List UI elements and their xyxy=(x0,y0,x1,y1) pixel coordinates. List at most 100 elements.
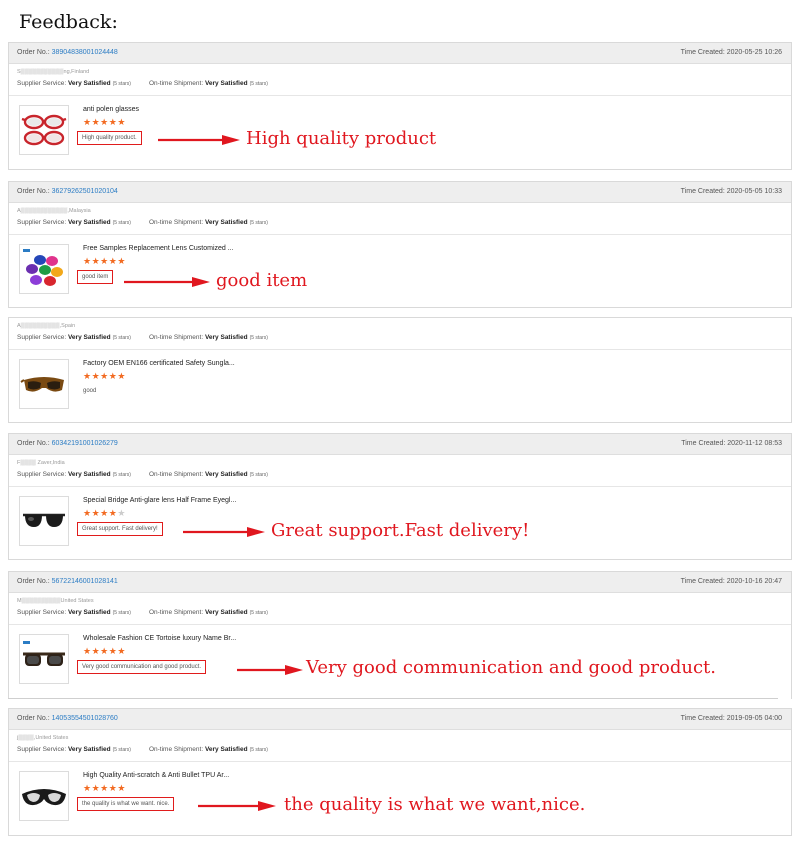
star-filled-icon: ★ xyxy=(100,646,109,656)
card-header: Order No.: 56722146001028141 Time Create… xyxy=(9,572,791,593)
safety-sunglasses-icon[interactable] xyxy=(19,359,69,409)
star-filled-icon: ★ xyxy=(83,117,92,127)
star-empty-icon: ★ xyxy=(117,508,126,518)
buyer-name: A▒▒▒▒▒▒▒▒▒▒,Spain xyxy=(17,323,76,329)
red-frame-glasses-icon[interactable] xyxy=(19,105,69,155)
annotation-text: Very good communication and good product… xyxy=(306,657,717,678)
order-number-link[interactable]: 38904838001024448 xyxy=(52,49,118,56)
star-filled-icon: ★ xyxy=(117,256,126,266)
annotation-arrow xyxy=(183,527,265,537)
star-filled-icon: ★ xyxy=(100,508,109,518)
buyer-name: j▒▒▒▒,United States xyxy=(17,735,69,741)
star-rating: ★★★★★ xyxy=(83,371,126,382)
review-comment: good xyxy=(83,388,97,394)
buyer-ratings-row: A▒▒▒▒▒▒▒▒▒▒▒▒,Malaysia Supplier Service:… xyxy=(9,203,791,235)
star-rating: ★★★★★ xyxy=(83,508,126,519)
star-filled-icon: ★ xyxy=(100,117,109,127)
review-comment: Very good communication and good product… xyxy=(77,660,207,674)
product-name-link[interactable]: Wholesale Fashion CE Tortoise luxury Nam… xyxy=(83,635,236,642)
service-ratings: Supplier Service: Very Satisfied (5 stars… xyxy=(17,80,268,87)
service-ratings: Supplier Service: Very Satisfied (5 stars… xyxy=(17,746,268,753)
review-card: Order No.: 38904838001024448 Time Create… xyxy=(8,42,792,170)
buyer-ratings-row: M▒▒▒▒▒▒▒▒▒▒United States Supplier Servic… xyxy=(9,593,791,625)
half-frame-sunglasses-icon[interactable] xyxy=(19,496,69,546)
star-filled-icon: ★ xyxy=(83,783,92,793)
service-ratings: Supplier Service: Very Satisfied (5 stars… xyxy=(17,609,268,616)
buyer-name: M▒▒▒▒▒▒▒▒▒▒United States xyxy=(17,598,94,604)
order-number: Order No.: 38904838001024448 xyxy=(17,49,118,56)
product-name-link[interactable]: High Quality Anti-scratch & Anti Bullet … xyxy=(83,772,229,779)
product-name-link[interactable]: anti polen glasses xyxy=(83,106,139,113)
order-number-link[interactable]: 56722146001028141 xyxy=(52,578,118,585)
star-rating: ★★★★★ xyxy=(83,117,126,128)
review-card: A▒▒▒▒▒▒▒▒▒▒,Spain Supplier Service: Very… xyxy=(8,317,792,423)
star-filled-icon: ★ xyxy=(83,646,92,656)
colored-lenses-icon[interactable] xyxy=(19,244,69,294)
star-rating: ★★★★★ xyxy=(83,646,126,657)
tortoise-sunglasses-icon[interactable] xyxy=(19,634,69,684)
review-comment: good item xyxy=(77,270,114,284)
service-ratings: Supplier Service: Very Satisfied (5 stars… xyxy=(17,219,268,226)
product-name-link[interactable]: Special Bridge Anti-glare lens Half Fram… xyxy=(83,497,236,504)
time-created: Time Created: 2020-11-12 08:53 xyxy=(681,440,782,447)
page-title: Feedback: xyxy=(19,11,118,33)
order-number: Order No.: 60342191001026279 xyxy=(17,440,118,447)
star-filled-icon: ★ xyxy=(91,646,101,656)
annotation-arrow xyxy=(237,665,303,675)
time-created: Time Created: 2019-09-05 04:00 xyxy=(680,715,782,722)
order-number: Order No.: 14053554501028760 xyxy=(17,715,118,722)
order-number: Order No.: 56722146001028141 xyxy=(17,578,118,585)
annotation-text: good item xyxy=(216,270,308,291)
review-comment: the quality is what we want. nice. xyxy=(77,797,175,811)
sport-goggles-icon[interactable] xyxy=(19,771,69,821)
product-name-link[interactable]: Factory OEM EN166 certificated Safety Su… xyxy=(83,360,235,367)
star-filled-icon: ★ xyxy=(91,783,101,793)
star-filled-icon: ★ xyxy=(91,371,101,381)
review-card: Order No.: 14053554501028760 Time Create… xyxy=(8,708,792,836)
annotation-arrow xyxy=(124,277,210,287)
product-row: Factory OEM EN166 certificated Safety Su… xyxy=(9,350,791,412)
review-card: Order No.: 36279262501020104 Time Create… xyxy=(8,181,792,308)
buyer-name: A▒▒▒▒▒▒▒▒▒▒▒▒,Malaysia xyxy=(17,208,91,214)
star-filled-icon: ★ xyxy=(117,783,126,793)
annotation-arrow xyxy=(158,135,240,145)
star-filled-icon: ★ xyxy=(91,508,101,518)
order-number-link[interactable]: 60342191001026279 xyxy=(52,440,118,447)
buyer-ratings-row: S▒▒▒▒▒▒▒▒▒▒▒ng,Finland Supplier Service:… xyxy=(9,64,791,96)
review-card: Order No.: 56722146001028141 Time Create… xyxy=(8,571,792,699)
review-comment: Great support. Fast delivery! xyxy=(77,522,163,536)
service-ratings: Supplier Service: Very Satisfied (5 stars… xyxy=(17,334,268,341)
star-filled-icon: ★ xyxy=(100,783,109,793)
card-header: Order No.: 14053554501028760 Time Create… xyxy=(9,709,791,730)
order-number: Order No.: 36279262501020104 xyxy=(17,188,118,195)
annotation-text: the quality is what we want,nice. xyxy=(284,794,586,815)
order-number-link[interactable]: 36279262501020104 xyxy=(52,188,118,195)
buyer-ratings-row: A▒▒▒▒▒▒▒▒▒▒,Spain Supplier Service: Very… xyxy=(9,318,791,350)
star-filled-icon: ★ xyxy=(100,256,109,266)
buyer-name: F▒▒▒▒ Zaver,India xyxy=(17,460,65,466)
star-filled-icon: ★ xyxy=(83,256,92,266)
annotation-text: High quality product xyxy=(246,128,437,149)
time-created: Time Created: 2020-10-16 20:47 xyxy=(680,578,782,585)
service-ratings: Supplier Service: Very Satisfied (5 stars… xyxy=(17,471,268,478)
product-name-link[interactable]: Free Samples Replacement Lens Customized… xyxy=(83,245,234,252)
card-header: Order No.: 38904838001024448 Time Create… xyxy=(9,43,791,64)
buyer-name: S▒▒▒▒▒▒▒▒▒▒▒ng,Finland xyxy=(17,69,90,75)
star-filled-icon: ★ xyxy=(83,371,92,381)
divider xyxy=(8,698,778,699)
order-number-link[interactable]: 14053554501028760 xyxy=(52,715,118,722)
buyer-ratings-row: j▒▒▒▒,United States Supplier Service: Ve… xyxy=(9,730,791,762)
annotation-text: Great support.Fast delivery! xyxy=(271,520,530,541)
buyer-ratings-row: F▒▒▒▒ Zaver,India Supplier Service: Very… xyxy=(9,455,791,487)
star-filled-icon: ★ xyxy=(91,256,101,266)
card-header: Order No.: 60342191001026279 Time Create… xyxy=(9,434,791,455)
card-header: Order No.: 36279262501020104 Time Create… xyxy=(9,182,791,203)
star-filled-icon: ★ xyxy=(91,117,101,127)
star-rating: ★★★★★ xyxy=(83,783,126,794)
time-created: Time Created: 2020-05-25 10:26 xyxy=(680,49,782,56)
review-comment: High quality product. xyxy=(77,131,142,145)
time-created: Time Created: 2020-05-05 10:33 xyxy=(680,188,782,195)
star-filled-icon: ★ xyxy=(83,508,92,518)
star-rating: ★★★★★ xyxy=(83,256,126,267)
annotation-arrow xyxy=(198,801,276,811)
